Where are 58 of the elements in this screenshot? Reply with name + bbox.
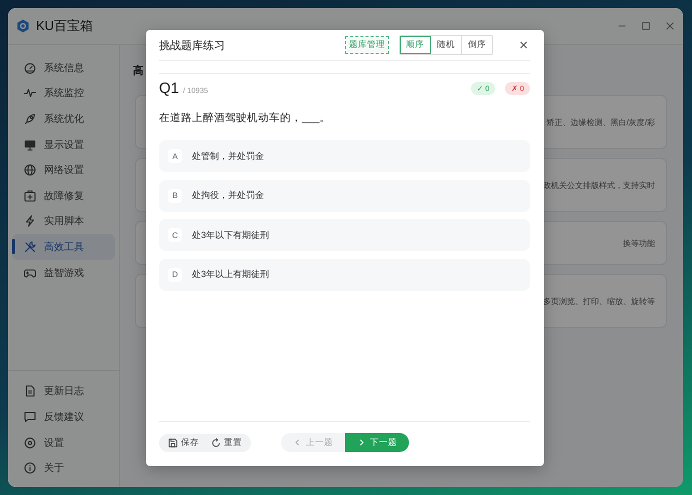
- option-text: 处3年以下有期徒刑: [192, 228, 270, 242]
- option-letter: D: [168, 268, 182, 282]
- sidebar-item[interactable]: 高效工具: [12, 234, 115, 260]
- bolt-icon: [24, 215, 36, 228]
- option-letter: C: [168, 228, 182, 242]
- option-letter: A: [168, 149, 182, 163]
- option-text: 处3年以上有期徒刑: [192, 268, 270, 281]
- chevron-right-icon: [357, 438, 366, 447]
- sidebar-item[interactable]: 实用脚本: [12, 208, 115, 234]
- sidebar-item[interactable]: 故障修复: [12, 182, 115, 209]
- info-icon: [24, 462, 36, 474]
- answer-option[interactable]: D 处3年以上有期徒刑: [159, 258, 530, 290]
- chat-icon: [24, 411, 36, 424]
- question-number: Q1: [159, 80, 180, 96]
- pulse-icon: [24, 87, 36, 100]
- next-button[interactable]: 下一题: [345, 433, 409, 452]
- answer-option[interactable]: A 处管制，并处罚金: [159, 140, 530, 172]
- close-button[interactable]: ×: [517, 36, 530, 54]
- sidebar-item[interactable]: 更新日志: [12, 378, 115, 404]
- sidebar-item[interactable]: 显示设置: [12, 132, 115, 158]
- globe-icon: [24, 164, 36, 176]
- bank-manage-button[interactable]: 题库管理: [345, 36, 390, 54]
- order-tab[interactable]: 顺序: [400, 36, 432, 54]
- sidebar-item[interactable]: 系统信息: [12, 55, 115, 81]
- answer-option[interactable]: C 处3年以下有期徒刑: [159, 219, 530, 251]
- save-button[interactable]: 保存: [165, 436, 202, 450]
- answer-option[interactable]: B 处拘役，并处罚金: [159, 180, 530, 212]
- order-tab[interactable]: 随机: [431, 36, 462, 54]
- chevron-left-icon: [293, 438, 302, 447]
- document-icon: [24, 385, 36, 398]
- sidebar-item[interactable]: 系统监控: [12, 80, 115, 106]
- option-text: 处管制，并处罚金: [192, 150, 264, 162]
- reset-button[interactable]: 重置: [208, 436, 245, 450]
- card-description: 多页浏览、打印、缩放、旋转等: [543, 296, 655, 306]
- app-title: KU百宝箱: [36, 17, 94, 35]
- sidebar-item[interactable]: 益智游戏: [12, 260, 115, 286]
- card-description: 换等功能: [623, 238, 655, 248]
- card-description: 矫正、边缘检测、黑白/灰度/彩: [546, 116, 655, 128]
- page-heading: 高: [133, 64, 145, 79]
- order-tab[interactable]: 倒序: [462, 36, 492, 54]
- maximize-icon[interactable]: [641, 21, 651, 31]
- sidebar-item[interactable]: 系统优化: [12, 106, 115, 132]
- app-logo-icon: [16, 19, 30, 33]
- sidebar-item[interactable]: 反馈建议: [12, 404, 115, 430]
- option-letter: B: [168, 188, 182, 202]
- close-icon[interactable]: [665, 21, 675, 31]
- dialog-title: 挑战题库练习: [159, 38, 225, 52]
- gamepad-icon: [24, 266, 36, 279]
- first-aid-icon: [24, 190, 36, 202]
- tools-icon: [24, 240, 36, 253]
- option-text: 处拘役，并处罚金: [192, 189, 264, 202]
- sidebar-item[interactable]: 设置: [12, 430, 115, 456]
- refresh-icon: [211, 438, 221, 448]
- question-text: 在道路上醉酒驾驶机动车的，___。: [159, 111, 332, 125]
- monitor-icon: [24, 138, 36, 151]
- gauge-icon: [24, 62, 36, 74]
- sidebar-item[interactable]: 关于: [12, 455, 115, 481]
- sidebar-item[interactable]: 网络设置: [12, 157, 115, 183]
